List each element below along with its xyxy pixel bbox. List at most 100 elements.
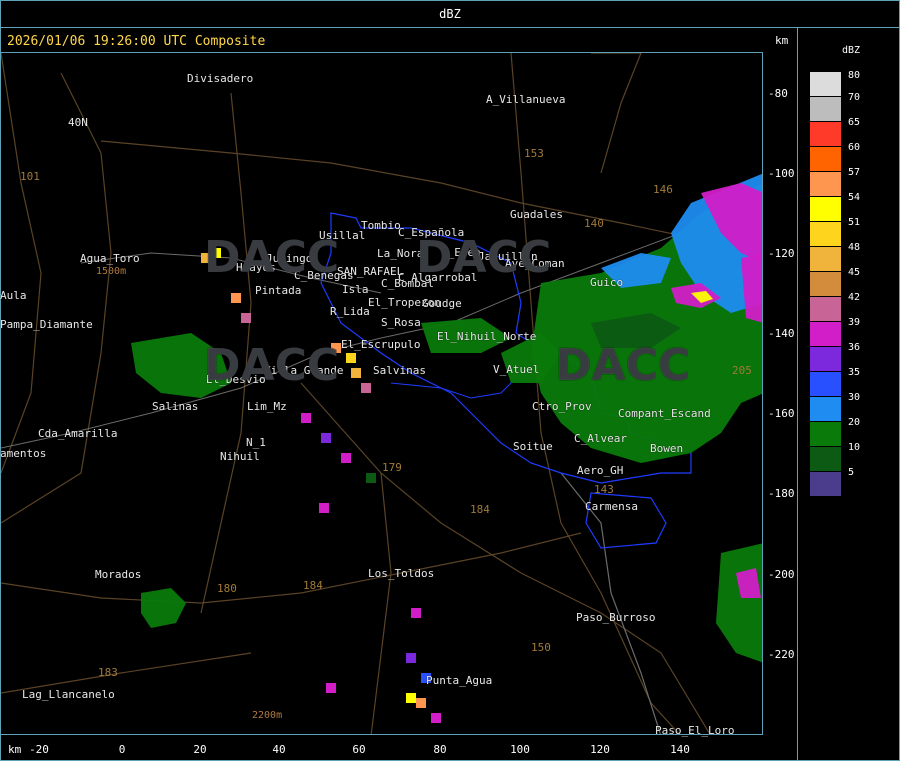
legend-swatch: [810, 347, 841, 371]
place-label: R_Lida: [330, 305, 370, 318]
legend-value-label: 20: [848, 417, 861, 428]
place-label: Punta_Agua: [426, 674, 493, 687]
x-tick-label: 140: [670, 743, 690, 756]
road-number-label: 180: [217, 582, 237, 595]
precip-cell: [326, 683, 336, 693]
legend-swatch: [810, 122, 841, 146]
precip-cell: [366, 473, 376, 483]
road-line: [591, 53, 642, 174]
place-label: El_Nihuil_Norte: [437, 330, 537, 343]
precip-cell: [301, 413, 311, 423]
place-label: Pintada: [255, 284, 302, 297]
precip-cell: [346, 353, 356, 363]
precip-cell: [351, 368, 361, 378]
x-tick-label: 80: [433, 743, 447, 756]
road-number-label: 140: [584, 217, 604, 230]
legend-value-label: 54: [848, 192, 861, 203]
legend-value-label: 60: [848, 142, 861, 153]
road-number-label: 143: [594, 483, 614, 496]
legend-value-label: 36: [848, 342, 861, 353]
watermark-logo-text: DACC: [204, 340, 340, 391]
precip-cell: [241, 313, 251, 323]
precip-cell: [406, 693, 416, 703]
precip-cell: [416, 698, 426, 708]
x-tick-label: 0: [118, 743, 126, 756]
place-label: Aula: [0, 289, 27, 302]
watermark-logo-text: DACC: [204, 232, 340, 283]
y-tick-label: -160: [768, 407, 795, 420]
place-label: Agua_Toro: [80, 252, 140, 265]
legend-swatch: [810, 397, 841, 421]
precip-area: [141, 588, 186, 628]
precip-cell: [411, 608, 421, 618]
legend-value-label: 48: [848, 242, 861, 253]
legend-swatch: [810, 372, 841, 396]
road-line: [300, 382, 392, 734]
y-tick-label: -80: [768, 87, 788, 100]
place-label: Salinas: [152, 400, 199, 413]
precip-cell: [341, 453, 351, 463]
x-tick-label: -20: [29, 743, 49, 756]
legend-swatch: [810, 172, 841, 196]
legend-unit: dBZ: [842, 45, 861, 56]
legend-value-label: 42: [848, 292, 861, 303]
place-label: Ctro_Prov: [532, 400, 592, 413]
legend-swatch: [810, 297, 841, 321]
road-number-label: 183: [98, 666, 118, 679]
place-label: Goudge: [422, 297, 462, 310]
place-label: Aero_GH: [577, 464, 624, 477]
precip-area: [716, 543, 762, 663]
legend-swatch: [810, 322, 841, 346]
y-tick-label: -140: [768, 327, 795, 340]
place-label: Compant_Escand: [618, 407, 711, 420]
legend-value-label: 80: [848, 70, 861, 81]
legend-swatch: [810, 222, 841, 246]
y-tick-label: -100: [768, 167, 795, 180]
legend-value-label: 65: [848, 117, 861, 128]
place-label: Isla: [342, 283, 369, 296]
place-label: 2200m: [252, 710, 283, 721]
place-label: Lim_Mz: [247, 400, 287, 413]
legend-value-label: 51: [848, 217, 861, 228]
place-label: A_Villanueva: [486, 93, 566, 106]
road-line: [1, 53, 42, 474]
y-tick-label: -120: [768, 247, 795, 260]
road-number-label: 146: [653, 183, 673, 196]
legend-swatch: [810, 97, 841, 121]
x-tick-label: 20: [193, 743, 207, 756]
precip-cell: [361, 383, 371, 393]
place-label: Cda_Amarilla: [38, 427, 118, 440]
road-number-label: 184: [470, 503, 490, 516]
place-label: Paso_El_Loro: [655, 724, 735, 737]
window-title: dBZ: [0, 0, 900, 28]
legend-value-label: 45: [848, 267, 861, 278]
legend-value-label: 5: [848, 467, 855, 478]
legend-swatch: [810, 247, 841, 271]
y-tick-label: -200: [768, 568, 795, 581]
product-timestamp: 2026/01/06 19:26:00 UTC Composite: [7, 34, 266, 49]
place-label: Lag_Llancanelo: [22, 688, 115, 701]
legend-swatch: [810, 72, 841, 96]
precip-cell: [231, 293, 241, 303]
legend-value-label: 70: [848, 92, 861, 103]
place-label: Salvinas: [373, 364, 426, 377]
legend-swatch: [810, 272, 841, 296]
legend-swatch: [810, 422, 841, 446]
radar-map[interactable]: [0, 52, 763, 735]
place-label: Divisadero: [187, 72, 254, 85]
bottom-axis-unit: km: [8, 743, 22, 756]
y-tick-label: -180: [768, 487, 795, 500]
place-label: amentos: [0, 447, 47, 460]
place-label: 40N: [68, 116, 88, 129]
x-tick-label: 100: [510, 743, 530, 756]
legend-swatch: [810, 472, 841, 496]
place-label: Bowen: [650, 442, 684, 455]
road-number-label: 150: [531, 641, 551, 654]
place-label: S_Rosa: [381, 316, 421, 329]
road-number-label: 179: [382, 461, 402, 474]
place-label: Guico: [590, 276, 624, 289]
place-label: V_Atuel: [493, 363, 540, 376]
place-label: Los_Toldos: [368, 567, 435, 580]
watermark-logo-text: DACC: [416, 232, 552, 283]
legend-swatch: [810, 447, 841, 471]
